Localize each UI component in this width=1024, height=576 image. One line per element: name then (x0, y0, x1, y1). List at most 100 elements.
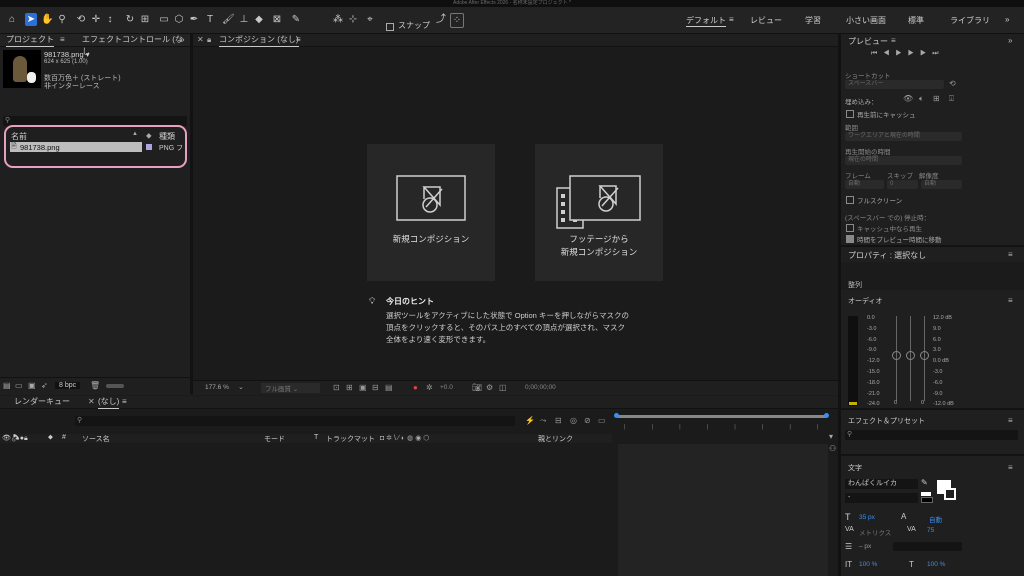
flowchart-icon[interactable]: ➶ (41, 381, 48, 390)
snapshot-icon[interactable]: 📷︎ (472, 383, 482, 392)
current-time[interactable]: 0;00;00;00 (525, 384, 556, 391)
horizontal-scale-value[interactable]: 100 % (927, 561, 945, 568)
selection-tool-icon[interactable]: ➤ (25, 13, 37, 26)
timeline-track-area[interactable] (618, 444, 828, 576)
dolly-camera-icon[interactable]: ↕ (104, 13, 116, 26)
label-column-icon[interactable]: ⬥ (48, 434, 53, 442)
bpc-button[interactable]: 8 bpc (55, 382, 81, 389)
comp-button-icon[interactable]: ⚇ (829, 444, 836, 453)
show-snapshot-icon[interactable]: ⚙ (486, 383, 493, 392)
column-source-name[interactable]: ソース名 (82, 434, 110, 444)
new-composition-card[interactable]: 新規コンポジション (367, 144, 495, 281)
column-t[interactable]: T (314, 434, 318, 441)
playback-controls[interactable]: ⏮◀▶▶▶⏭ (871, 50, 945, 58)
workspace-more[interactable]: » (1005, 15, 1009, 24)
start-time-dropdown[interactable]: 現在の時間 (845, 156, 962, 165)
thumbnail-size-slider[interactable] (106, 384, 124, 388)
av-switches-icons[interactable]: 👁︎🔈︎●🔒︎ (2, 434, 28, 443)
tab-project[interactable]: プロジェクト (6, 34, 54, 47)
tab-timeline-none[interactable]: (なし) (98, 396, 120, 409)
draft-3d-icon[interactable]: ⚡ (525, 416, 535, 425)
shy-layers-icon[interactable]: ⤳ (540, 416, 546, 426)
work-area-start-handle[interactable] (614, 413, 619, 418)
timeline-extra-icon[interactable]: ▭ (598, 416, 606, 425)
orbit-camera-icon[interactable]: ⟲ (75, 13, 87, 26)
overlay-toggle-icon[interactable]: ⊞ (933, 94, 940, 103)
roto-brush-icon[interactable]: ⊠ (271, 13, 283, 26)
rectangle-tool-icon[interactable]: ▭ (158, 13, 170, 26)
tab-render-queue[interactable]: レンダーキュー (14, 396, 70, 408)
hand-tool-icon[interactable]: ✋ (41, 13, 53, 26)
exposure-icon[interactable]: ✲ (426, 383, 433, 392)
column-parent-link[interactable]: 親とリンク (538, 434, 573, 444)
white-swatch[interactable] (921, 492, 931, 496)
tracking-value[interactable]: 75 (927, 527, 934, 534)
trash-icon[interactable]: 🗑 (90, 381, 100, 390)
column-mode[interactable]: モード (264, 434, 285, 444)
font-family-dropdown[interactable]: わんぱくルイカ (845, 479, 918, 489)
brush-tool-icon[interactable]: 🖌 (222, 13, 235, 26)
exposure-value[interactable]: +0.0 (440, 384, 453, 391)
transparency-grid-icon[interactable]: ⊞ (346, 383, 353, 392)
resolution-dropdown[interactable]: フル画質 ⌄ (261, 383, 320, 393)
properties-menu-icon[interactable]: ≡ (1008, 250, 1013, 259)
pan-behind-tool-icon[interactable]: ⊞ (139, 13, 151, 26)
video-toggle-icon[interactable]: 👁︎ (903, 94, 913, 103)
panel-overflow-icon[interactable]: » (180, 34, 184, 46)
frame-blending-icon[interactable]: ⊟ (555, 416, 562, 425)
pan-camera-icon[interactable]: ✛ (90, 13, 102, 26)
zoom-tool-icon[interactable]: ⚲ (56, 13, 68, 26)
interpret-footage-icon[interactable]: ▤ (3, 381, 11, 390)
footage-name[interactable]: 981738.png ▾ (44, 50, 89, 59)
comp-marker-icon[interactable]: ▾ (829, 432, 833, 441)
tab-composition[interactable]: コンポジション (なし) (219, 34, 299, 47)
shortcut-dropdown[interactable]: スペースバー (845, 80, 944, 89)
new-folder-icon[interactable]: ▭ (15, 381, 23, 390)
fullscreen-checkbox[interactable] (846, 196, 854, 204)
local-axis-icon[interactable]: ⁂ (332, 13, 344, 26)
type-tool-icon[interactable]: T (204, 13, 216, 26)
stroke-type-dropdown[interactable] (893, 542, 962, 551)
black-swatch[interactable] (921, 497, 933, 503)
tab-effect-controls[interactable]: エフェクトコントロール (なし (82, 34, 190, 58)
layer-switches-icons[interactable]: ◘ ✲ \ ⁄ ◐ ◍ ◉ ⬡ (380, 434, 429, 442)
snap-options-icon[interactable]: ⤴ (435, 13, 447, 26)
timeline-search-input[interactable]: ⚲ (75, 416, 515, 426)
pen-tool-icon[interactable]: ✒ (188, 13, 200, 26)
column-track-matte[interactable]: トラックマット (326, 434, 375, 444)
reset-icon[interactable]: ⟲ (949, 79, 956, 88)
resolution-preview-dropdown[interactable]: 自動 (921, 180, 962, 189)
kerning-value[interactable]: メトリクス (859, 527, 891, 537)
eyedropper-icon[interactable]: ✎ (921, 478, 928, 487)
zoom-level[interactable]: 177.6 % (205, 384, 229, 391)
home-icon[interactable]: ⌂ (6, 13, 18, 26)
snap-checkbox[interactable] (386, 23, 394, 31)
new-composition-icon[interactable]: ▣ (28, 381, 36, 390)
rotate-tool-icon[interactable]: ↻ (124, 13, 136, 26)
workspace-default[interactable]: デフォルト (686, 15, 726, 27)
color-channel-icon[interactable]: ● (413, 383, 418, 392)
time-ruler[interactable]: |||||||| (612, 424, 844, 438)
audio-toggle-icon[interactable]: 🔈︎ (919, 94, 924, 104)
vertical-scale-value[interactable]: 100 % (859, 561, 877, 568)
3d-box-icon[interactable]: ⬡ (173, 13, 185, 26)
stroke-width-value[interactable]: – px (859, 543, 871, 550)
workspace-review[interactable]: レビュー (750, 15, 782, 26)
workspace-libraries[interactable]: ライブラリ (950, 15, 990, 26)
leading-value[interactable]: 自動 (929, 514, 942, 524)
preview-menu-icon[interactable]: ≡ (891, 36, 896, 45)
work-area-end-handle[interactable] (824, 413, 829, 418)
close-tab-icon[interactable]: ✕ (197, 34, 204, 46)
view-axis-icon[interactable]: ⌖ (364, 13, 376, 26)
snap-grid-icon[interactable]: ⁘ (450, 13, 464, 28)
3d-view-icon[interactable]: ▤ (385, 383, 393, 392)
project-menu-icon[interactable]: ≡ (60, 34, 65, 46)
preview-overflow-icon[interactable]: » (1008, 36, 1012, 45)
character-menu-icon[interactable]: ≡ (1008, 463, 1013, 472)
effects-menu-icon[interactable]: ≡ (1008, 416, 1013, 425)
lock-icon[interactable]: 🔒︎ (207, 34, 211, 46)
audio-menu-icon[interactable]: ≡ (1008, 296, 1013, 305)
timeline-menu-icon[interactable]: ≡ (122, 396, 127, 408)
stop-move-checkbox[interactable] (846, 235, 854, 243)
audio-knob-2[interactable] (906, 351, 915, 360)
